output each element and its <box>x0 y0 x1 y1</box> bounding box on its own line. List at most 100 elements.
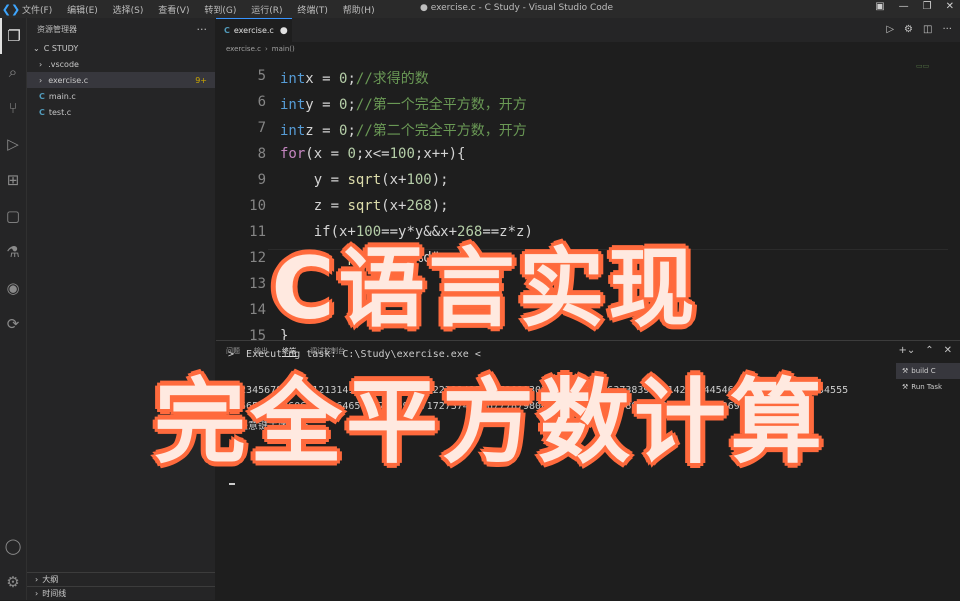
task-item[interactable]: ⚒ build C <box>896 363 960 379</box>
code-line[interactable]: y = sqrt(x+100); <box>280 172 449 188</box>
code-line[interactable]: inty = 0;//第一个完全平方数，开方 <box>280 94 527 114</box>
code-token: 0 <box>347 146 356 162</box>
breadcrumb: exercise.c › main() <box>216 42 960 56</box>
timeline-section[interactable]: › 时间线 <box>27 586 215 600</box>
unsaved-dot-icon[interactable]: ● <box>280 26 288 36</box>
code-token: printf <box>347 250 399 266</box>
minimap[interactable]: ▭▭ <box>916 62 946 76</box>
line-number: 7 <box>257 120 266 136</box>
code-token: z = <box>280 198 348 214</box>
window-controls: ▣ — ❐ ✕ <box>875 1 954 12</box>
tree-item-exercise[interactable]: › exercise.c 9+ <box>27 72 215 88</box>
settings-gear-icon[interactable]: ⚙ <box>0 564 26 600</box>
code-token: int <box>280 97 306 113</box>
vscode-logo-icon: ❮❯ <box>1 2 21 16</box>
title-bar: ❮❯ 文件(F) 编辑(E) 选择(S) 查看(V) 转到(G) 运行(R) 终… <box>0 0 960 18</box>
tree-item-label: main.c <box>48 91 76 101</box>
code-editor[interactable]: 5 6 7 8 9 10 11 12 13 14 15 intx = 0;//求得的数 inty = … <box>216 56 960 340</box>
layout-icon[interactable]: ▣ <box>875 1 884 12</box>
menu-help[interactable]: 帮助(H) <box>343 6 375 16</box>
line-number: 15 <box>249 328 266 340</box>
code-token: 268 <box>406 198 432 214</box>
chevron-right-icon: › <box>39 75 43 85</box>
menu-terminal[interactable]: 终端(T) <box>297 6 328 16</box>
code-line[interactable]: intx = 0;//求得的数 <box>280 68 429 88</box>
breadcrumb-symbol[interactable]: main() <box>272 45 295 53</box>
maximize-panel-icon[interactable]: ⌃ <box>925 345 933 356</box>
menu-view[interactable]: 查看(V) <box>158 6 189 16</box>
maximize-icon[interactable]: ❐ <box>923 1 932 12</box>
workspace-root-label: C STUDY <box>43 43 79 53</box>
chevron-right-icon: › <box>39 59 43 69</box>
task-item[interactable]: ⚒ Run Task <box>896 379 960 395</box>
menu-run[interactable]: 运行(R) <box>251 6 282 16</box>
code-token: ==z*z) <box>482 224 533 240</box>
task-label: build C <box>911 367 936 375</box>
code-token: (x+ <box>381 172 407 188</box>
code-line[interactable]: if(x+100==y*y&&x+268==z*z) <box>280 224 533 240</box>
menu-file[interactable]: 文件(F) <box>22 6 52 16</box>
new-terminal-icon[interactable]: +⌄ <box>898 345 915 356</box>
code-token: int <box>280 123 306 139</box>
terminal-line: 0123456789101112131415161718192021222324… <box>228 385 849 396</box>
remote-explorer-icon[interactable]: ▢ <box>0 198 26 234</box>
menu-selection[interactable]: 选择(S) <box>113 6 144 16</box>
run-debug-icon[interactable]: ▷ <box>0 126 26 162</box>
tree-item-main[interactable]: C main.c <box>27 88 215 104</box>
line-number: 5 <box>257 68 266 84</box>
account-icon[interactable]: ◯ <box>0 528 26 564</box>
code-line[interactable]: for(x = 0;x<=100;x++){ <box>280 146 465 162</box>
tree-item-vscode[interactable]: › .vscode <box>27 56 215 72</box>
code-token: } <box>280 302 323 318</box>
code-token: ); <box>431 172 449 188</box>
code-token: ; <box>347 71 356 87</box>
minimize-icon[interactable]: — <box>899 1 909 12</box>
search-icon[interactable]: ⌕ <box>0 54 26 90</box>
code-token: y = <box>305 97 340 113</box>
code-token: 100 <box>406 172 432 188</box>
workspace-root[interactable]: ⌄ C STUDY <box>27 40 215 56</box>
line-number: 9 <box>257 172 266 188</box>
more-icon[interactable]: ··· <box>942 24 952 35</box>
code-token: ; <box>347 97 356 113</box>
code-token: x = <box>305 71 340 87</box>
tree-item-label: test.c <box>48 107 72 117</box>
explorer-icon[interactable]: ❐ <box>0 18 26 54</box>
code-line[interactable]: } <box>280 302 322 318</box>
testing-icon[interactable]: ⚗ <box>0 234 26 270</box>
close-icon[interactable]: ✕ <box>946 1 954 12</box>
line-number: 11 <box>249 224 266 240</box>
settings-icon[interactable]: ⚙ <box>904 24 913 35</box>
tree-item-test[interactable]: C test.c <box>27 104 215 120</box>
source-control-icon[interactable]: ⑂ <box>0 90 26 126</box>
github-icon[interactable]: ◉ <box>0 270 26 306</box>
tab-label: exercise.c <box>233 26 274 35</box>
code-token: ; <box>347 123 356 139</box>
extensions-icon[interactable]: ⊞ <box>0 162 26 198</box>
menu-bar: 文件(F) 编辑(E) 选择(S) 查看(V) 转到(G) 运行(R) 终端(T… <box>22 3 387 16</box>
c-file-icon: C <box>39 91 45 101</box>
outline-section[interactable]: › 大纲 <box>27 572 215 586</box>
c-file-icon: C <box>224 26 230 35</box>
code-token: 268 <box>457 224 483 240</box>
split-editor-icon[interactable]: ◫ <box>923 24 932 35</box>
code-line[interactable]: } <box>280 328 288 340</box>
line-number: 12 <box>249 250 266 266</box>
breadcrumb-file[interactable]: exercise.c <box>226 45 261 53</box>
code-line[interactable]: printf("%d",x); <box>280 250 473 266</box>
tab-exercise[interactable]: C exercise.c ● <box>216 18 292 42</box>
more-actions-icon[interactable]: ··· <box>197 23 208 36</box>
chevron-right-icon: › <box>35 575 39 584</box>
code-line[interactable]: intz = 0;//第二个完全平方数，开方 <box>280 120 527 140</box>
tool-icon: ⚒ <box>902 367 909 375</box>
line-number: 6 <box>257 94 266 110</box>
code-token: y = <box>280 172 348 188</box>
deploy-icon[interactable]: ⟳ <box>0 306 26 342</box>
run-icon[interactable]: ▷ <box>886 24 894 35</box>
close-panel-icon[interactable]: ✕ <box>944 345 952 356</box>
code-line[interactable]: z = sqrt(x+268); <box>280 198 449 214</box>
menu-edit[interactable]: 编辑(E) <box>67 6 98 16</box>
menu-goto[interactable]: 转到(G) <box>204 6 236 16</box>
task-label: Run Task <box>911 383 943 391</box>
panel-controls: +⌄ ⌃ ✕ <box>898 345 952 356</box>
